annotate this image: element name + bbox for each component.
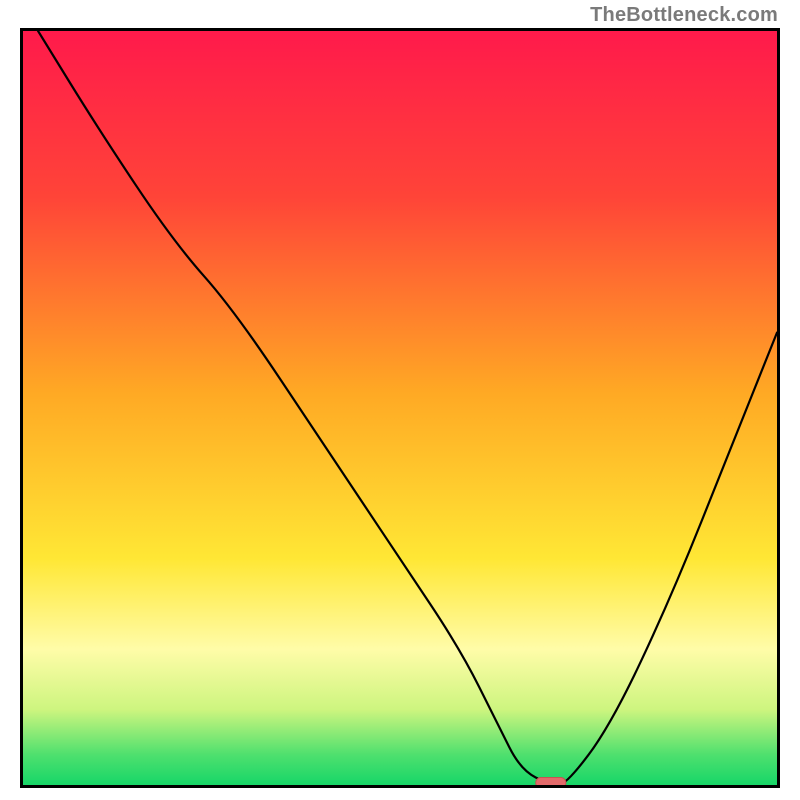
bottleneck-curve (38, 31, 777, 785)
chart-curve-layer (23, 31, 777, 785)
optimum-marker (536, 777, 566, 785)
chart-plot-area (20, 28, 780, 788)
watermark-text: TheBottleneck.com (590, 4, 778, 27)
